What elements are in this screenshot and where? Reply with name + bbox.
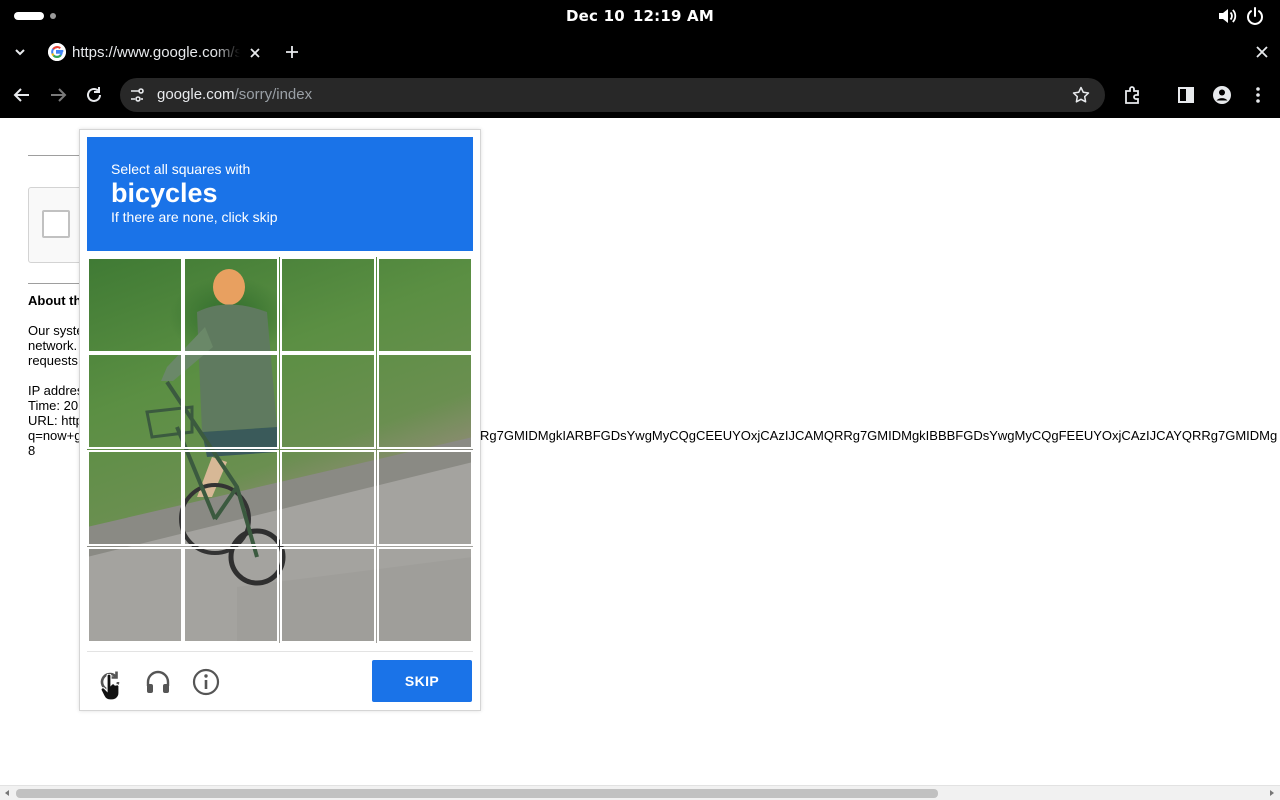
captcha-hint: If there are none, click skip — [111, 209, 278, 225]
paragraph-line: requests — [28, 353, 78, 368]
tab-search-chevron-down-icon[interactable] — [10, 42, 30, 62]
browser-toolbar: google.com/sorry/index — [0, 72, 1280, 118]
captcha-tile[interactable] — [183, 547, 279, 643]
captcha-tile[interactable] — [280, 257, 376, 353]
os-top-bar: Dec 10 12:19 AM — [0, 0, 1280, 32]
captcha-tile[interactable] — [183, 353, 279, 449]
extensions-icon[interactable] — [1122, 84, 1144, 106]
tab-title: https://www.google.com/sorry/index — [72, 44, 240, 61]
ip-address-label: IP addres — [28, 383, 84, 398]
captcha-footer-divider — [87, 651, 473, 652]
clock[interactable]: Dec 10 12:19 AM — [0, 7, 1280, 25]
captcha-tile[interactable] — [183, 257, 279, 353]
menu-icon[interactable] — [1247, 84, 1269, 106]
url-text: google.com/sorry/index — [157, 86, 312, 103]
query-text-end: 8 — [28, 443, 36, 458]
captcha-tile[interactable] — [377, 257, 473, 353]
audio-headphones-icon[interactable] — [143, 667, 173, 697]
side-panel-icon[interactable] — [1175, 84, 1197, 106]
star-icon[interactable] — [1071, 85, 1091, 105]
captcha-image-grid — [87, 257, 473, 643]
url-host: google.com — [157, 86, 235, 103]
captcha-tile[interactable] — [280, 547, 376, 643]
captcha-tile[interactable] — [87, 547, 183, 643]
captcha-tile[interactable] — [183, 450, 279, 546]
volume-icon[interactable] — [1217, 7, 1237, 25]
scroll-left-arrow-icon[interactable] — [3, 789, 11, 797]
paragraph-line: network. — [28, 338, 78, 353]
url-label: URL: http — [28, 413, 83, 428]
url-path: /sorry/index — [234, 86, 313, 103]
captcha-keyword: bicycles — [111, 178, 218, 208]
scroll-right-arrow-icon[interactable] — [1268, 789, 1276, 797]
captcha-tile[interactable] — [87, 257, 183, 353]
query-string-tail: Rg7GMIDMgkIARBFGDsYwgMyCQgCEEUYOxjCAzIJC… — [480, 428, 1278, 443]
reload-icon[interactable] — [83, 84, 105, 106]
captcha-instruction-text: Select all squares with — [111, 161, 251, 177]
tab-strip: https://www.google.com/sorry/index — [0, 32, 1280, 72]
site-info-icon[interactable] — [128, 86, 146, 104]
window-close-icon[interactable] — [1252, 42, 1272, 62]
power-icon[interactable] — [1245, 6, 1265, 26]
forward-icon[interactable] — [47, 84, 69, 106]
query-text: q=now+g — [28, 428, 82, 443]
clock-date: Dec 10 — [566, 7, 625, 25]
skip-button[interactable]: SKIP — [372, 660, 472, 702]
horizontal-scrollbar[interactable] — [0, 785, 1280, 800]
back-icon[interactable] — [11, 84, 33, 106]
time-label: Time: 20 — [28, 398, 79, 413]
captcha-tile[interactable] — [377, 547, 473, 643]
recaptcha-checkbox[interactable] — [42, 210, 70, 238]
google-g-icon — [48, 43, 66, 61]
profile-icon[interactable] — [1211, 84, 1233, 106]
tab-close-icon[interactable] — [246, 44, 264, 62]
info-icon[interactable] — [191, 667, 221, 697]
hand-pointer-cursor-icon — [100, 674, 120, 701]
address-bar[interactable]: google.com/sorry/index — [120, 78, 1105, 112]
captcha-tile[interactable] — [377, 353, 473, 449]
captcha-challenge-dialog: Select all squares with bicycles If ther… — [79, 129, 481, 711]
clock-time: 12:19 AM — [632, 7, 714, 25]
captcha-tile[interactable] — [280, 353, 376, 449]
tab-google-sorry[interactable]: https://www.google.com/sorry/index — [40, 36, 272, 70]
captcha-tile[interactable] — [87, 353, 183, 449]
scrollbar-thumb[interactable] — [16, 789, 938, 798]
about-heading: About th — [28, 293, 82, 308]
new-tab-plus-icon[interactable] — [282, 42, 302, 62]
captcha-tile[interactable] — [377, 450, 473, 546]
paragraph-line: Our syste — [28, 323, 84, 338]
captcha-tile[interactable] — [87, 450, 183, 546]
captcha-instructions: Select all squares with bicycles If ther… — [87, 137, 473, 251]
captcha-tile[interactable] — [280, 450, 376, 546]
